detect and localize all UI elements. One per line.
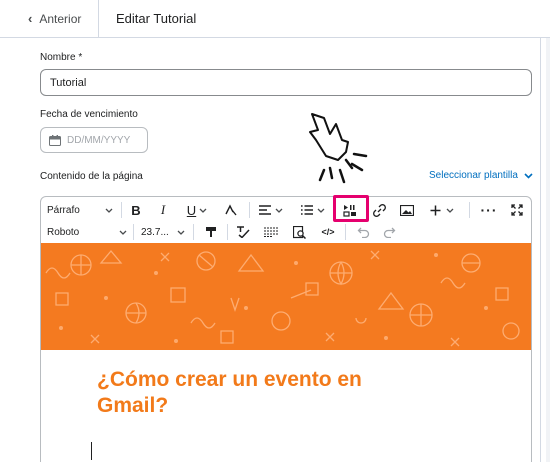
insert-link-button[interactable]: [369, 200, 389, 220]
link-icon: [372, 203, 386, 217]
chevron-down-icon: [317, 208, 325, 213]
underline-dropdown[interactable]: U: [181, 200, 213, 220]
font-family-label: Roboto: [47, 226, 80, 238]
preview-button[interactable]: [289, 222, 309, 242]
toolbar-separator: [133, 224, 134, 240]
content-label: Contenido de la página: [40, 171, 143, 182]
undo-icon: [357, 227, 369, 238]
spellcheck-button[interactable]: [233, 222, 253, 242]
spellcheck-icon: [237, 226, 250, 238]
font-family-dropdown[interactable]: Roboto: [47, 222, 127, 242]
chevron-down-icon: [524, 172, 533, 179]
text-cursor: [91, 442, 92, 460]
insert-media-highlight: [333, 195, 369, 222]
fullscreen-button[interactable]: [507, 200, 527, 220]
banner-doodle-pattern: [45, 249, 520, 347]
source-code-button[interactable]: </>: [317, 222, 339, 242]
preview-icon: [292, 225, 306, 239]
scrollbar-track[interactable]: [546, 38, 550, 462]
paragraph-dropdown[interactable]: Párrafo: [47, 200, 113, 220]
toolbar-separator: [345, 224, 346, 240]
redo-button[interactable]: [379, 222, 399, 242]
chevron-down-icon: [119, 230, 127, 235]
list-icon: [301, 205, 313, 215]
insert-more-dropdown[interactable]: [427, 200, 457, 220]
toolbar-row-2: Roboto 23.7... </>: [41, 221, 531, 243]
chevron-down-icon: [446, 208, 454, 213]
select-template-link[interactable]: Seleccionar plantilla: [429, 170, 533, 181]
name-label: Nombre *: [40, 52, 82, 63]
back-label: Anterior: [39, 11, 82, 26]
bold-button[interactable]: B: [127, 200, 145, 220]
more-icon: ···: [480, 202, 498, 218]
calendar-icon: [49, 134, 61, 146]
undo-button[interactable]: [353, 222, 373, 242]
image-icon: [400, 204, 414, 216]
paragraph-label: Párrafo: [47, 204, 80, 216]
underline-label: U: [186, 202, 197, 218]
fullscreen-icon: [511, 204, 523, 216]
html-editor[interactable]: Párrafo B I U ··· Roboto 23.7... </> ¿Có…: [40, 196, 532, 462]
tutorial-heading: ¿Cómo crear un evento en Gmail?: [97, 368, 362, 417]
pointing-hand-icon: [309, 113, 368, 184]
list-dropdown[interactable]: [297, 200, 329, 220]
chevron-left-icon: ‹: [28, 11, 33, 26]
toolbar-row-1: Párrafo B I U ···: [41, 199, 531, 221]
toolbar-separator: [121, 202, 122, 218]
align-icon: [259, 205, 271, 215]
italic-button[interactable]: I: [154, 200, 172, 220]
due-date-label: Fecha de vencimiento: [40, 109, 138, 120]
font-size-label: 23.7...: [141, 226, 169, 238]
editor-content-area[interactable]: ¿Cómo crear un evento en Gmail?: [41, 350, 531, 462]
topbar-divider: [98, 0, 99, 37]
name-label-text: Nombre: [40, 52, 76, 63]
more-options-button[interactable]: ···: [479, 200, 499, 220]
back-button[interactable]: ‹ Anterior: [28, 0, 81, 37]
toolbar-separator: [249, 202, 250, 218]
chevron-down-icon: [275, 208, 283, 213]
due-date-field[interactable]: DD/MM/YYYY: [40, 127, 148, 153]
top-bar: ‹ Anterior Editar Tutorial: [0, 0, 550, 38]
right-panel-border: [540, 38, 541, 462]
chevron-down-icon: [199, 208, 207, 213]
name-value: Tutorial: [50, 76, 87, 89]
strikethrough-button[interactable]: [221, 200, 241, 220]
due-date-placeholder: DD/MM/YYYY: [67, 134, 131, 146]
insert-image-button[interactable]: [397, 200, 417, 220]
lines-icon: [264, 227, 278, 237]
name-field[interactable]: Tutorial: [40, 69, 532, 96]
template-link-text: Seleccionar plantilla: [429, 170, 518, 181]
font-size-dropdown[interactable]: 23.7...: [141, 222, 185, 242]
plus-icon: [430, 205, 441, 215]
required-mark: *: [78, 52, 83, 63]
chevron-down-icon: [105, 208, 113, 213]
chevron-down-icon: [177, 230, 185, 235]
strikethrough-icon: [225, 204, 237, 216]
page-title: Editar Tutorial: [116, 11, 197, 26]
toolbar-separator: [227, 224, 228, 240]
toolbar-separator: [193, 224, 194, 240]
format-painter-button[interactable]: [201, 222, 221, 242]
decorative-banner: [41, 243, 531, 350]
align-dropdown[interactable]: [255, 200, 287, 220]
toolbar-separator: [469, 202, 470, 218]
redo-icon: [383, 227, 395, 238]
word-count-button[interactable]: [261, 222, 281, 242]
format-painter-icon: [206, 227, 216, 237]
